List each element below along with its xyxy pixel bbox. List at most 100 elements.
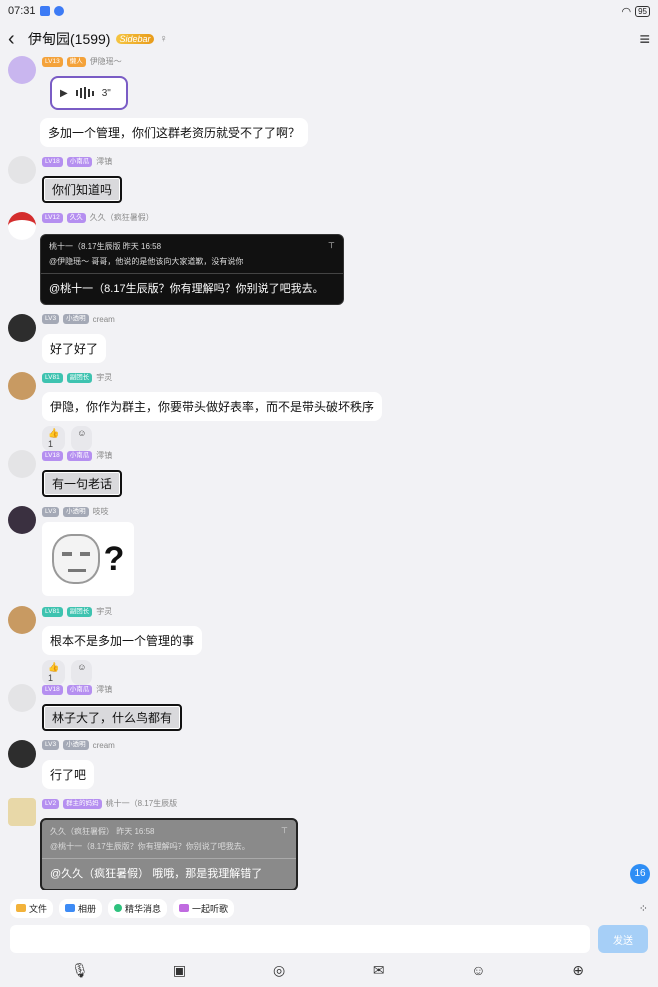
quote-header: 桃十一（8.17生辰版 昨天 16:58 ⊤ bbox=[49, 241, 335, 252]
quoted-message[interactable]: 桃十一（8.17生辰版 昨天 16:58 ⊤ @伊隐瑶～ 哥哥，他说的是他该向大家… bbox=[40, 234, 344, 305]
message-bubble[interactable]: 你们知道吗 bbox=[42, 176, 123, 203]
title-badge: 小南瓜 bbox=[66, 684, 93, 695]
status-right: ◠ 95 bbox=[621, 5, 650, 18]
group-title[interactable]: 伊甸园(1599) bbox=[28, 29, 110, 49]
avatar[interactable] bbox=[8, 156, 36, 184]
quick-action-bar: 文件 相册 精华消息 一起听歌 ⁘ bbox=[0, 897, 658, 919]
sender-name[interactable]: 宇灵 bbox=[96, 606, 112, 617]
like-reaction[interactable]: 👍 1 bbox=[42, 426, 66, 451]
message-bubble[interactable]: 林子大了，什么鸟都有 bbox=[42, 704, 183, 731]
input-row: 发送 bbox=[0, 924, 658, 954]
level-badge: LV3 bbox=[42, 740, 60, 750]
level-badge: LV13 bbox=[42, 56, 63, 67]
sender-meta: LV81 副团长 宇灵 bbox=[42, 606, 112, 617]
microphone-icon[interactable]: 🎙 bbox=[70, 962, 90, 979]
plus-icon[interactable]: ⊕ bbox=[568, 962, 588, 979]
level-badge: LV2 bbox=[42, 798, 60, 809]
essence-button[interactable]: 精华消息 bbox=[108, 898, 168, 918]
sender-name[interactable]: 久久（疯狂暑假） bbox=[90, 212, 154, 223]
avatar[interactable] bbox=[8, 606, 36, 634]
camera-icon[interactable]: ◎ bbox=[269, 962, 289, 979]
quote-header: 久久（疯狂暑假） 昨天 16:58 ⊤ bbox=[50, 826, 288, 837]
sender-meta: LV81 副团长 宇灵 bbox=[42, 372, 112, 383]
collapse-icon[interactable]: ⊤ bbox=[281, 826, 288, 837]
sender-name[interactable]: 澪镇 bbox=[96, 684, 112, 695]
message-bubble[interactable]: 根本不是多加一个管理的事 bbox=[42, 626, 203, 655]
avatar[interactable] bbox=[8, 506, 36, 534]
apps-grid-icon[interactable]: ⁘ bbox=[639, 902, 648, 915]
collapse-icon[interactable]: ⊤ bbox=[328, 241, 335, 252]
sender-name[interactable]: 伊隐瑶～ bbox=[90, 56, 122, 67]
file-button[interactable]: 文件 bbox=[10, 898, 54, 918]
sender-name[interactable]: 宇灵 bbox=[96, 372, 112, 383]
avatar[interactable] bbox=[8, 740, 36, 768]
voice-message[interactable]: ▶ 3" bbox=[50, 76, 128, 110]
sender-meta: LV18 小南瓜 澪镇 bbox=[42, 156, 112, 167]
message-input[interactable] bbox=[10, 925, 590, 953]
avatar[interactable] bbox=[8, 56, 36, 84]
clock: 07:31 bbox=[8, 5, 36, 17]
level-badge: LV18 bbox=[42, 156, 63, 167]
level-badge: LV18 bbox=[42, 684, 63, 695]
battery-indicator: 95 bbox=[635, 5, 650, 17]
chat-list[interactable]: LV13 懒人 伊隐瑶～ ▶ 3" 多加一个管理，你们这群老资历就受不了了啊？ … bbox=[0, 56, 658, 890]
send-button[interactable]: 发送 bbox=[598, 925, 648, 953]
back-icon[interactable]: ‹ bbox=[8, 28, 22, 51]
unread-count-badge[interactable]: 16 bbox=[630, 864, 650, 884]
level-badge: LV3 bbox=[42, 314, 60, 324]
listen-together-button[interactable]: 一起听歌 bbox=[173, 898, 235, 918]
add-reaction-icon[interactable]: ☺ bbox=[71, 426, 93, 451]
message-bubble[interactable]: 行了吧 bbox=[42, 760, 95, 789]
quoted-message[interactable]: 久久（疯狂暑假） 昨天 16:58 ⊤ @桃十一（8.17生辰版？你有理解吗？你别… bbox=[40, 818, 298, 890]
level-badge: LV81 bbox=[42, 372, 63, 383]
input-toolbar: 🎙 ▣ ◎ ✉ ☺ ⊕ bbox=[0, 958, 658, 982]
sender-name[interactable]: cream bbox=[93, 741, 115, 750]
play-icon: ▶ bbox=[60, 87, 68, 99]
sender-name[interactable]: 吱吱 bbox=[93, 506, 109, 517]
avatar[interactable] bbox=[8, 684, 36, 712]
sender-name[interactable]: 桃十一（8.17生辰版 bbox=[106, 798, 178, 809]
quote-text: @桃十一（8.17生辰版？你有理解吗？你别说了吧我去。 bbox=[50, 842, 250, 851]
waveform-icon bbox=[75, 87, 94, 99]
music-icon bbox=[179, 904, 190, 912]
voice-duration: 3" bbox=[101, 87, 111, 99]
sticker-image[interactable]: ? bbox=[42, 522, 134, 596]
avatar[interactable] bbox=[8, 212, 36, 240]
emoji-icon[interactable]: ☺ bbox=[468, 962, 488, 978]
wifi-icon: ◠ bbox=[621, 5, 632, 18]
message-bubble[interactable]: @桃十一（8.17生辰版？你有理解吗？你别说了吧我去。 bbox=[41, 273, 343, 304]
menu-icon[interactable]: ≡ bbox=[639, 29, 650, 50]
image-icon bbox=[65, 904, 76, 912]
message-bubble[interactable]: 伊隐，你作为群主，你要带头做好表率，而不是带头破坏秩序 bbox=[42, 392, 383, 421]
sender-name[interactable]: cream bbox=[93, 315, 115, 324]
album-button[interactable]: 相册 bbox=[59, 898, 103, 918]
title-badge: 小透明 bbox=[63, 740, 89, 750]
sender-name[interactable]: 澪镇 bbox=[96, 450, 112, 461]
message-bubble[interactable]: 多加一个管理，你们这群老资历就受不了了啊？ bbox=[40, 118, 309, 147]
message-bubble[interactable]: 有一句老话 bbox=[42, 470, 123, 497]
level-badge: LV3 bbox=[42, 506, 60, 517]
red-packet-icon[interactable]: ✉ bbox=[369, 962, 389, 979]
folder-icon bbox=[16, 904, 26, 912]
like-reaction[interactable]: 👍 1 bbox=[42, 660, 66, 685]
title-badge: 副团长 bbox=[66, 372, 93, 383]
add-reaction-icon[interactable]: ☺ bbox=[71, 660, 93, 685]
avatar[interactable] bbox=[8, 372, 36, 400]
avatar[interactable] bbox=[8, 450, 36, 478]
question-mark-icon: ? bbox=[103, 539, 125, 578]
title-badge: 群主的妈妈 bbox=[63, 798, 102, 809]
sender-name[interactable]: 澪镇 bbox=[96, 156, 112, 167]
level-badge: LV18 bbox=[42, 450, 63, 461]
message-bubble[interactable]: 好了好了 bbox=[42, 334, 107, 363]
message-bubble[interactable]: @久久（疯狂暑假） 哦哦，那是我理解错了 bbox=[42, 858, 296, 889]
reaction-row: 👍 1 ☺ bbox=[42, 426, 93, 451]
image-icon[interactable]: ▣ bbox=[169, 962, 189, 979]
avatar[interactable] bbox=[8, 314, 36, 342]
status-left: 07:31 bbox=[8, 5, 64, 17]
sender-meta: LV18 小南瓜 澪镇 bbox=[42, 684, 112, 695]
avatar[interactable] bbox=[8, 798, 36, 826]
title-badge: 副团长 bbox=[66, 606, 93, 617]
notification-icon bbox=[39, 6, 50, 16]
title-badge: 小透明 bbox=[63, 314, 89, 324]
sender-meta: LV12 久久 久久（疯狂暑假） bbox=[42, 212, 154, 223]
